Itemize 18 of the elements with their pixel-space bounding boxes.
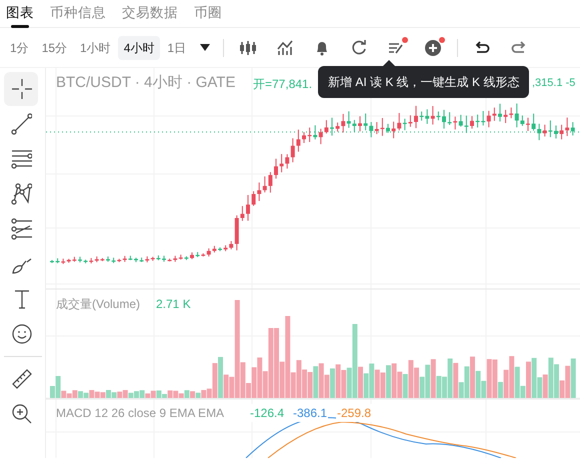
interval-button[interactable]: 4小时	[118, 36, 160, 60]
macd-value: -126.4	[249, 404, 286, 422]
tab[interactable]: 图表	[6, 3, 34, 27]
interval-button[interactable]: 1分	[4, 36, 35, 60]
ohlc-values: ,315.1 -5	[532, 76, 576, 91]
volume-label: 成交量(Volume)	[56, 296, 140, 313]
macd-label: MACD 12 26 close 9 EMA EMA	[56, 405, 224, 422]
macd-value: -259.8	[336, 404, 372, 422]
ohlc-values: 开=77,841.	[253, 76, 312, 93]
tab[interactable]: 币圈	[194, 3, 222, 27]
tab[interactable]: 交易数据	[122, 3, 178, 27]
tab[interactable]: 币种信息	[50, 3, 106, 27]
tooltip: 新增 AI 读 K 线，一键生成 K 线形态	[318, 66, 530, 98]
interval-button[interactable]: 1日	[161, 36, 192, 60]
chart-title: BTC/USDT · 4小时 · GATE	[56, 73, 236, 93]
interval-button[interactable]: 15分	[36, 36, 74, 60]
interval-button[interactable]: 1小时	[74, 36, 117, 60]
volume-value: 2.71 K	[156, 296, 191, 313]
